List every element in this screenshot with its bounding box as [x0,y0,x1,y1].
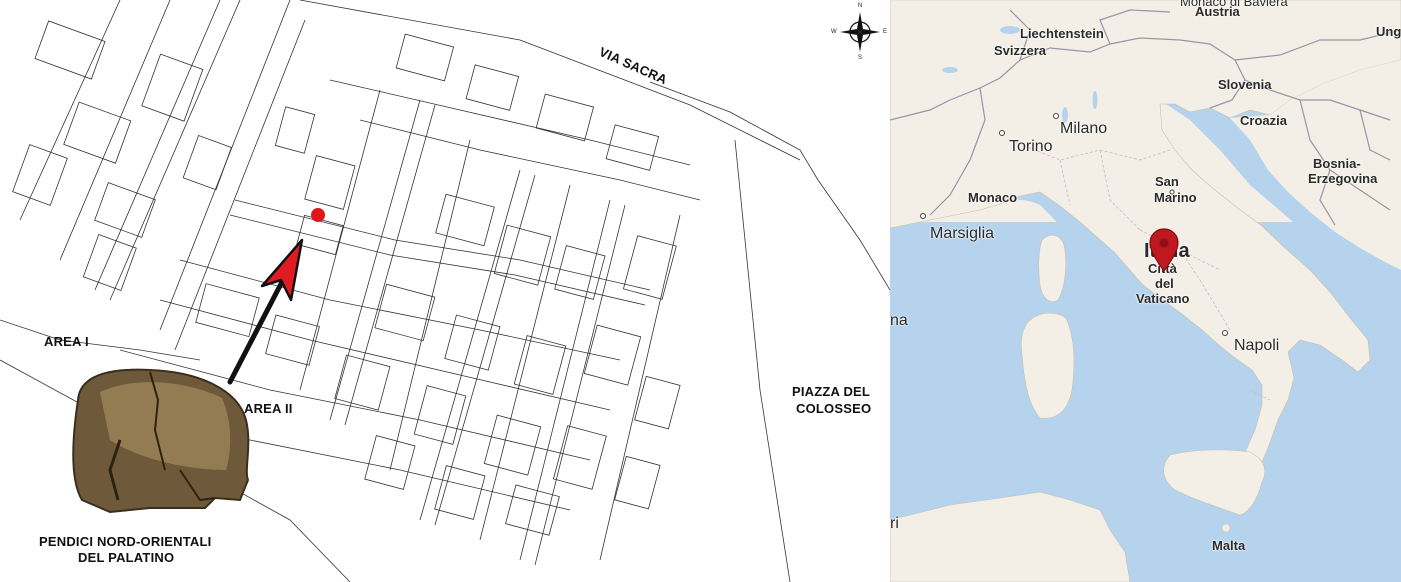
archaeological-plan: VIA SACRA AREA I AREA II PIAZZA DEL COLO… [0,0,890,582]
label-milano: Milano [1060,120,1108,137]
label-na-partial: na [890,312,908,329]
plan-drawing [0,0,890,582]
label-vaticano-2: del [1155,276,1174,291]
label-san-marino-2: Marino [1154,190,1197,205]
compass-rose-icon [840,12,880,52]
piazza-label-line1: PIAZZA DEL [792,384,871,399]
compass-west: W [831,29,837,35]
find-spot-marker [311,208,325,222]
label-bosnia-1: Bosnia- [1313,156,1361,171]
label-malta: Malta [1212,538,1246,553]
skull-image [72,368,250,514]
label-monaco: Monaco [968,190,1018,205]
label-bosnia-2: Erzegovina [1308,171,1378,186]
torino-dot [999,130,1005,136]
label-svizzera: Svizzera [994,43,1047,58]
label-napoli: Napoli [1234,337,1280,354]
piazza-label-line2: COLOSSEO [796,401,872,416]
label-liechtenstein: Liechtenstein [1020,26,1104,41]
piazza-boundary [734,139,791,582]
area-i-label: AREA I [44,334,89,349]
marsiglia-dot [920,213,926,219]
label-torino: Torino [1009,138,1053,155]
road-edge [649,81,890,291]
napoli-dot [1222,330,1228,336]
italy-map[interactable]: Monaco di Baviera Austria Liechtenstein … [890,0,1401,582]
label-vaticano-3: Vaticano [1136,291,1190,306]
compass-south: S [858,55,863,61]
label-marsiglia: Marsiglia [930,225,995,242]
label-slovenia: Slovenia [1218,77,1272,92]
area-ii-label: AREA II [244,401,293,416]
pendici-label-line2: DEL PALATINO [78,550,175,565]
label-ri-partial: ri [890,515,899,532]
compass-north: N [858,3,863,9]
corsica [1038,234,1067,302]
label-ung: Ung [1376,24,1401,39]
label-croazia: Croazia [1240,113,1287,128]
label-austria: Austria [1195,4,1240,19]
via-sacra-edge [299,0,801,161]
milano-dot [1053,113,1059,119]
location-pin-icon[interactable] [1148,227,1180,273]
compass-east: E [883,29,888,35]
pendici-label-line1: PENDICI NORD-ORIENTALI [39,534,212,549]
label-san-marino-1: San [1155,174,1179,189]
